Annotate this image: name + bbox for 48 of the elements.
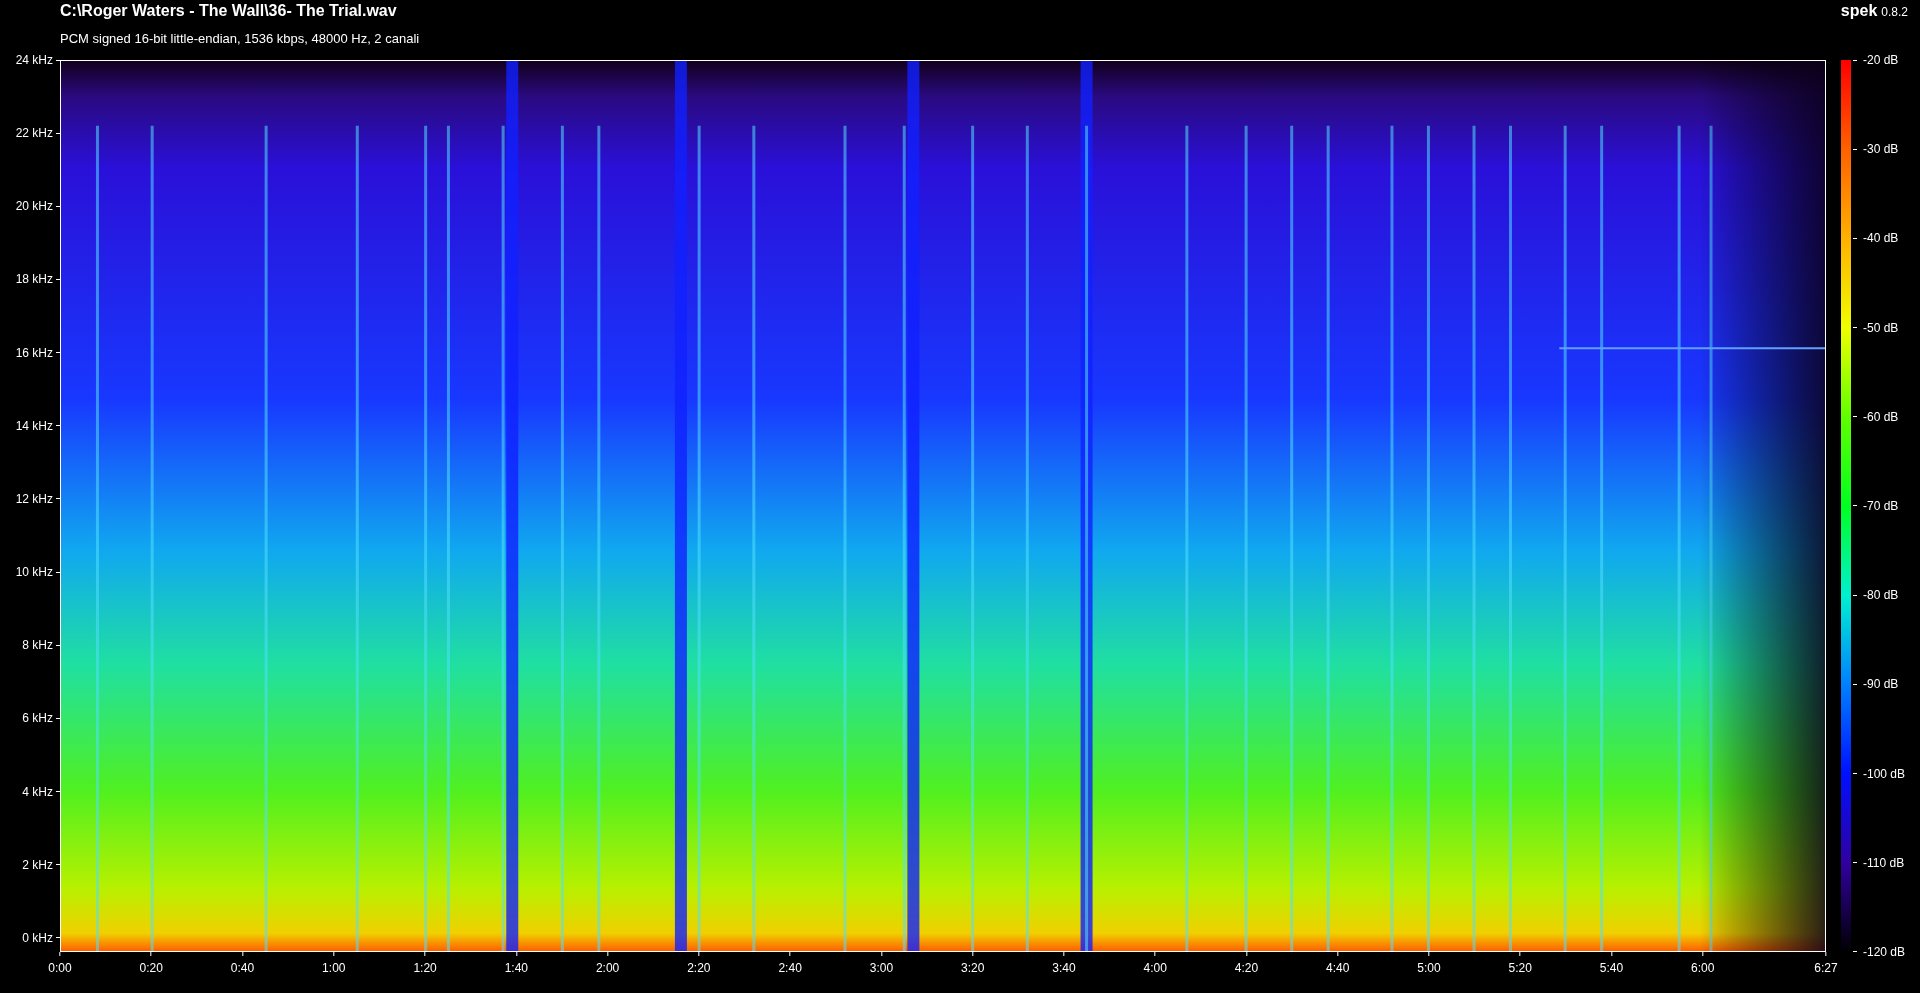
time-label: 3:40 [1052,961,1076,975]
frequency-label: 2 kHz [22,857,53,872]
db-label: -30 dB [1863,142,1899,157]
db-label: -40 dB [1863,231,1899,246]
frequency-label: 8 kHz [22,638,53,653]
frequency-label: 0 kHz [22,930,53,945]
time-label: 5:40 [1599,961,1624,975]
app-version: 0.8.2 [1881,5,1908,19]
db-label: -70 dB [1863,498,1899,513]
time-label: 4:20 [1234,961,1259,975]
db-label: -20 dB [1863,53,1899,67]
time-label: 2:20 [687,961,711,975]
time-label: 0:40 [230,961,255,975]
time-label: 6:00 [1691,961,1715,975]
time-label: 3:00 [869,961,894,975]
frequency-label: 20 kHz [15,199,53,214]
frequency-label: 16 kHz [15,345,53,360]
frequency-label: 10 kHz [15,565,53,580]
time-label: 1:00 [322,961,346,975]
time-label: 6:27 [1814,961,1838,975]
frequency-label: 24 kHz [15,53,53,67]
file-title: C:\Roger Waters - The Wall\36- The Trial.wav [60,2,397,20]
frequency-label: 12 kHz [15,491,53,506]
db-label: -80 dB [1863,588,1899,603]
frequency-label: 14 kHz [15,418,53,433]
frequency-label: 22 kHz [15,126,53,141]
db-label: -90 dB [1863,677,1899,692]
time-label: 2:40 [778,961,802,975]
time-label: 0:00 [48,961,72,975]
db-label: -60 dB [1863,409,1899,424]
time-label: 2:00 [595,961,620,975]
db-label: -120 dB [1863,944,1906,959]
frequency-label: 6 kHz [22,711,53,726]
time-label: 5:20 [1508,961,1532,975]
time-label: 4:40 [1326,961,1350,975]
db-label: -110 dB [1863,855,1905,870]
frequency-label: 4 kHz [22,784,53,799]
stream-info: PCM signed 16-bit little-endian, 1536 kbps, 48000 Hz, 2 canali [60,31,421,46]
time-label: 1:20 [413,961,437,975]
time-label: 0:20 [139,961,163,975]
frequency-label: 18 kHz [15,272,53,287]
app-name: spek [1840,2,1878,20]
db-label: -50 dB [1863,320,1899,335]
time-label: 5:00 [1417,961,1441,975]
time-label: 1:40 [504,961,528,975]
time-label: 4:00 [1143,961,1167,975]
time-label: 3:20 [961,961,985,975]
db-label: -100 dB [1863,766,1906,781]
